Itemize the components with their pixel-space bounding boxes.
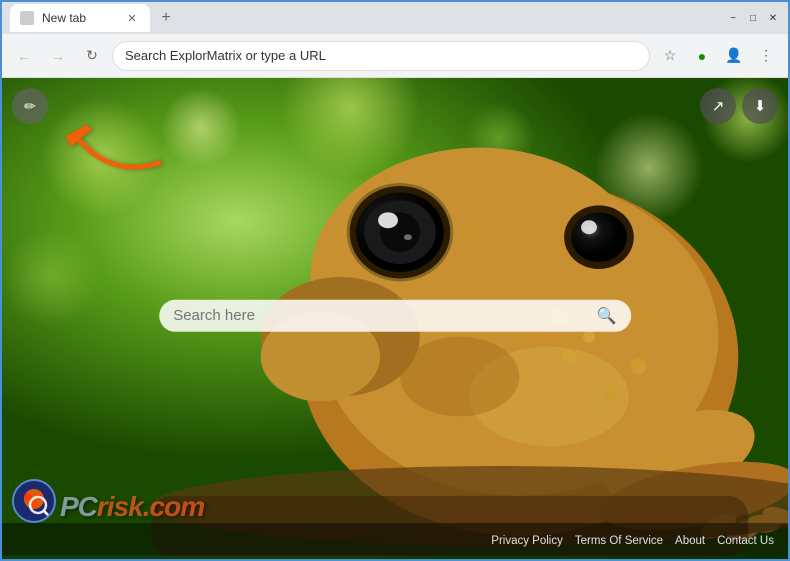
- search-input[interactable]: [173, 307, 589, 324]
- address-bar: ← → ↻ ☆ ● 👤 ⋮: [2, 34, 788, 78]
- page-content: ✏ ↗ ⬇: [2, 78, 788, 559]
- back-button[interactable]: ←: [10, 42, 38, 70]
- search-icon: 🔍: [597, 307, 617, 324]
- pcrisk-logo: PCrisk.com: [12, 479, 204, 523]
- save-icon: ⬇: [754, 97, 767, 115]
- extension-icon[interactable]: ●: [688, 42, 716, 70]
- url-input[interactable]: [125, 48, 637, 63]
- minimize-button[interactable]: −: [726, 11, 740, 25]
- tab-favicon: [20, 11, 34, 25]
- close-window-button[interactable]: ✕: [766, 11, 780, 25]
- search-container: 🔍: [159, 299, 631, 331]
- tab-close-btn[interactable]: ✕: [124, 10, 140, 26]
- toolbar-icons: ☆ ● 👤 ⋮: [656, 42, 780, 70]
- customize-button[interactable]: ✏: [12, 88, 48, 124]
- terms-of-service-link[interactable]: Terms Of Service: [575, 535, 663, 547]
- about-link[interactable]: About: [675, 535, 705, 547]
- contact-us-link[interactable]: Contact Us: [717, 535, 774, 547]
- top-right-buttons: ↗ ⬇: [700, 88, 778, 124]
- window-controls: − □ ✕: [726, 11, 780, 25]
- browser-window: New tab ✕ + − □ ✕ ← → ↻ ☆ ● 👤 ⋮: [0, 0, 790, 561]
- footer: Privacy Policy Terms Of Service About Co…: [2, 523, 788, 559]
- share-button[interactable]: ↗: [700, 88, 736, 124]
- pcrisk-bug-icon: [12, 479, 56, 523]
- share-icon: ↗: [712, 97, 725, 115]
- refresh-button[interactable]: ↻: [78, 42, 106, 70]
- customize-icon: ✏: [24, 98, 36, 115]
- profile-icon[interactable]: 👤: [720, 42, 748, 70]
- search-bar[interactable]: 🔍: [159, 299, 631, 331]
- bookmark-icon[interactable]: ☆: [656, 42, 684, 70]
- url-bar[interactable]: [112, 41, 650, 71]
- pcrisk-text: PCrisk.com: [60, 491, 204, 523]
- browser-tab[interactable]: New tab ✕: [10, 4, 150, 32]
- menu-icon[interactable]: ⋮: [752, 42, 780, 70]
- search-submit-button[interactable]: 🔍: [597, 305, 617, 325]
- title-bar: New tab ✕ + − □ ✕: [2, 2, 788, 34]
- privacy-policy-link[interactable]: Privacy Policy: [491, 535, 563, 547]
- forward-button[interactable]: →: [44, 42, 72, 70]
- save-button[interactable]: ⬇: [742, 88, 778, 124]
- maximize-button[interactable]: □: [746, 11, 760, 25]
- tab-label: New tab: [42, 11, 86, 25]
- new-tab-button[interactable]: +: [154, 6, 178, 30]
